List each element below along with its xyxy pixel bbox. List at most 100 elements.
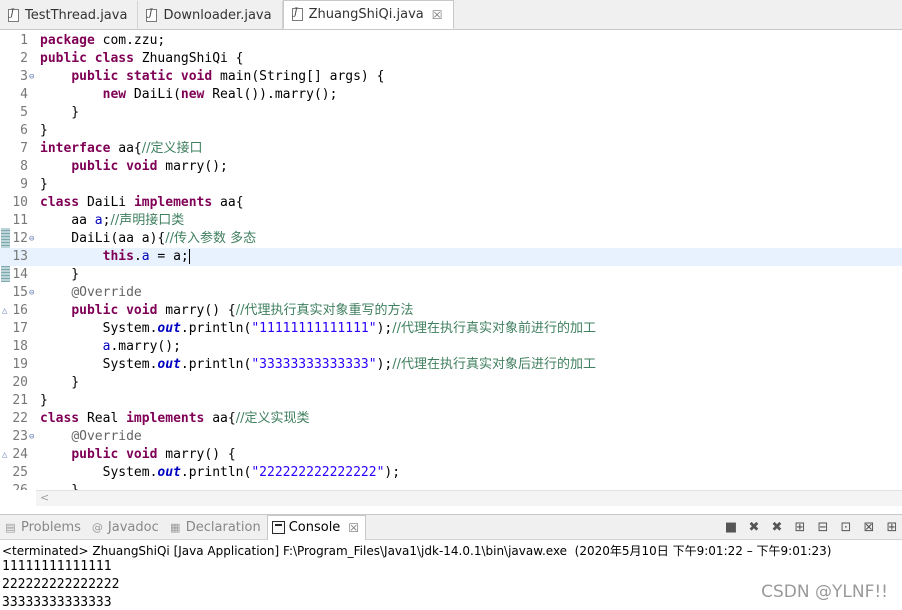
- code-line[interactable]: 5 }: [0, 104, 902, 122]
- code-text: public void marry() {//代理执行真实对象重写的方法: [71, 303, 414, 318]
- fold-icon[interactable]: ⊖: [29, 68, 34, 86]
- code-text: @Override: [71, 285, 142, 300]
- code-text: class Real implements aa{//定义实现类: [40, 411, 310, 426]
- java-file-icon: [8, 8, 19, 22]
- code-line[interactable]: 10 class DaiLi implements aa{: [0, 194, 902, 212]
- tab-label: Downloader.java: [163, 7, 272, 23]
- code-line[interactable]: 12 ⊖ DaiLi(aa a){//传入参数 多态: [0, 230, 902, 248]
- code-text: public class ZhuangShiQi {: [40, 51, 244, 66]
- code-text: }: [40, 123, 48, 138]
- show-on-output-icon[interactable]: ⊠: [859, 517, 879, 537]
- code-line[interactable]: 4 new DaiLi(new Real()).marry();: [0, 86, 902, 104]
- line-number: 26: [0, 482, 28, 490]
- tab-testthread[interactable]: TestThread.java: [0, 1, 139, 29]
- fold-icon[interactable]: ⊖: [29, 230, 34, 248]
- code-text: System.out.println("222222222222222");: [40, 465, 401, 480]
- code-line[interactable]: 11 aa a;//声明接口类: [0, 212, 902, 230]
- code-line[interactable]: 13 this.a = a;: [0, 248, 902, 266]
- tab-downloader[interactable]: Downloader.java: [138, 1, 283, 29]
- line-number: 21: [12, 393, 28, 408]
- code-line[interactable]: 6}: [0, 122, 902, 140]
- tab-label: Problems: [21, 519, 81, 535]
- code-line[interactable]: 25 System.out.println("222222222222222")…: [0, 464, 902, 482]
- remove-all-icon[interactable]: ✖: [767, 517, 787, 537]
- code-line[interactable]: 18 a.marry();: [0, 338, 902, 356]
- code-line[interactable]: 22 class Real implements aa{//定义实现类: [0, 410, 902, 428]
- remove-launch-icon[interactable]: ✖: [744, 517, 764, 537]
- code-line[interactable]: 1 package com.zzu;: [0, 32, 902, 50]
- code-text: this.a = a;: [102, 249, 190, 264]
- tab-label: Javadoc: [107, 519, 159, 535]
- line-number: 4: [20, 87, 28, 102]
- code-line[interactable]: 20 }: [0, 374, 902, 392]
- console-status: <terminated> ZhuangShiQi [Java Applicati…: [2, 544, 832, 558]
- scroll-lock-icon[interactable]: ⊟: [813, 517, 833, 537]
- code-text: }: [40, 482, 79, 490]
- code-text: }: [40, 393, 48, 408]
- code-line[interactable]: 15 ⊖ @Override: [0, 284, 902, 302]
- pin-console-icon[interactable]: ⊞: [882, 517, 902, 537]
- close-icon[interactable]: ☒: [432, 8, 443, 22]
- line-number: 2: [20, 51, 28, 66]
- tab-zhuangshiqi[interactable]: ZhuangShiQi.java ☒: [282, 0, 454, 29]
- code-line[interactable]: 7 interface aa{//定义接口: [0, 140, 902, 158]
- javadoc-icon: @: [91, 520, 103, 534]
- line-number: 1: [20, 33, 28, 48]
- console-icon: [271, 521, 285, 534]
- code-text: public static void main(String[] args) {: [71, 69, 385, 84]
- line-number: 17: [12, 321, 28, 336]
- code-editor[interactable]: 1 package com.zzu; 2 public class ZhuangShi…: [0, 30, 902, 490]
- declaration-icon: ▦: [170, 520, 181, 534]
- code-text: DaiLi(aa a){//传入参数 多态: [40, 231, 257, 246]
- console-toolbar: ■ ✖ ✖ ⊞ ⊟ ⊡ ⊠ ⊞: [718, 515, 902, 539]
- code-text: class DaiLi implements aa{: [40, 195, 244, 210]
- clear-console-icon[interactable]: ⊞: [790, 517, 810, 537]
- tab-javadoc[interactable]: @ Javadoc: [87, 515, 165, 539]
- code-text: }: [40, 267, 80, 282]
- tab-label: Declaration: [185, 519, 261, 535]
- code-line[interactable]: 23 ⊖ @Override: [0, 428, 902, 446]
- code-line[interactable]: 17 System.out.println("11111111111111");…: [0, 320, 902, 338]
- code-text: }: [40, 105, 80, 120]
- panel-tab-bar: ▤ Problems @ Javadoc ▦ Declaration Conso…: [0, 514, 902, 540]
- scroll-left-icon[interactable]: <: [40, 491, 49, 504]
- terminate-icon[interactable]: ■: [721, 517, 741, 537]
- code-line[interactable]: 14 }: [0, 266, 902, 284]
- code-line[interactable]: 8 public void marry();: [0, 158, 902, 176]
- tab-problems[interactable]: ▤ Problems: [0, 515, 87, 539]
- code-line[interactable]: 9}: [0, 176, 902, 194]
- code-text: public void marry() {: [71, 447, 236, 462]
- fold-icon[interactable]: ⊖: [29, 284, 34, 302]
- code-line[interactable]: 16 △ public void marry() {//代理执行真实对象重写的方法: [0, 302, 902, 320]
- code-line[interactable]: 2 public class ZhuangShiQi {: [0, 50, 902, 68]
- code-line[interactable]: 24 △ public void marry() {: [0, 446, 902, 464]
- tab-label: TestThread.java: [25, 7, 128, 23]
- line-number: 8: [20, 159, 28, 174]
- code-text: System.out.println("11111111111111");//代…: [40, 321, 596, 336]
- code-text: public void marry();: [71, 159, 228, 174]
- override-icon: △: [2, 306, 8, 316]
- tab-declaration[interactable]: ▦ Declaration: [165, 515, 267, 539]
- fold-icon[interactable]: ⊖: [29, 428, 34, 446]
- close-icon[interactable]: ☒: [348, 521, 359, 535]
- code-text: interface aa{//定义接口: [40, 141, 203, 156]
- code-text: System.out.println("33333333333333");//代…: [40, 357, 596, 372]
- tab-label: Console: [288, 520, 341, 535]
- code-line[interactable]: 21}: [0, 392, 902, 410]
- line-number: 14: [12, 267, 28, 282]
- line-number: 20: [12, 375, 28, 390]
- tab-console[interactable]: Console ☒: [266, 514, 367, 540]
- code-line[interactable]: 26 }: [0, 482, 902, 490]
- horizontal-scrollbar[interactable]: <: [36, 490, 902, 506]
- code-text: package com.zzu;: [40, 33, 166, 48]
- console-output-line: 11111111111111: [2, 559, 112, 574]
- console-output-line: 222222222222222: [2, 577, 120, 592]
- line-number: 6: [20, 123, 28, 138]
- code-text: a.marry();: [102, 339, 181, 354]
- tab-label: ZhuangShiQi.java: [308, 7, 424, 22]
- line-number: 18: [12, 339, 28, 354]
- code-line[interactable]: 19 System.out.println("33333333333333");…: [0, 356, 902, 374]
- line-number: 9: [20, 177, 28, 192]
- word-wrap-icon[interactable]: ⊡: [836, 517, 856, 537]
- code-line[interactable]: 3 ⊖ public static void main(String[] args…: [0, 68, 902, 86]
